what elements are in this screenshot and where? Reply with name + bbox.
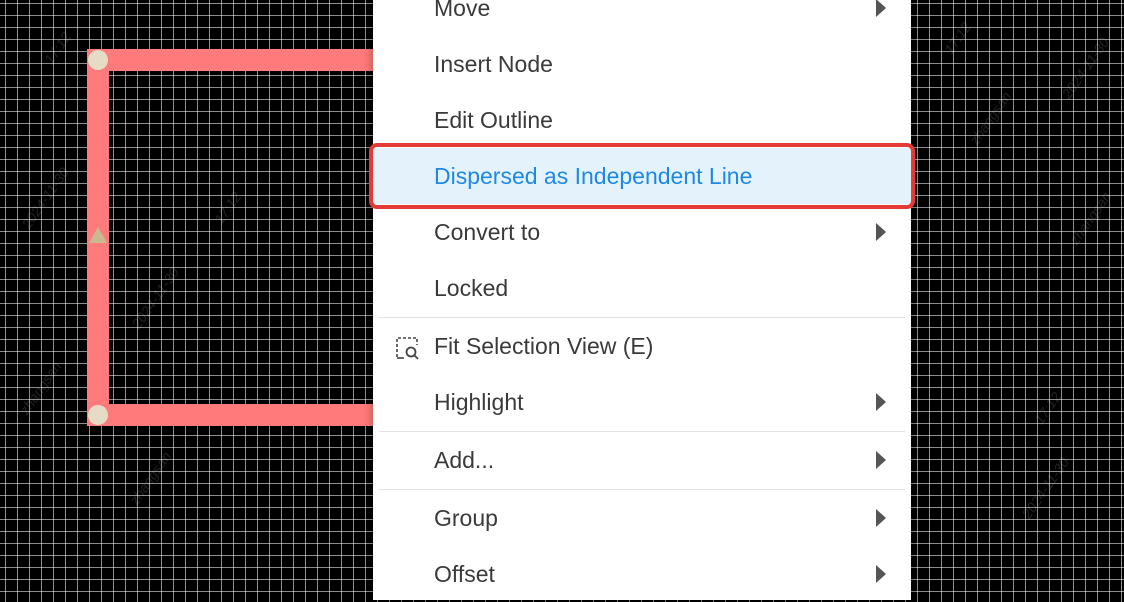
menu-item-label: Add... xyxy=(434,446,495,473)
fit-selection-icon xyxy=(396,337,419,360)
menu-item-insert-node[interactable]: Insert Node xyxy=(373,36,911,92)
chevron-right-icon xyxy=(876,393,886,411)
menu-item-fit-selection-view[interactable]: Fit Selection View (E) xyxy=(373,318,911,374)
menu-item-group[interactable]: Group xyxy=(373,490,911,546)
menu-item-label: Convert to xyxy=(434,218,541,245)
menu-item-label: Locked xyxy=(434,274,509,301)
chevron-right-icon xyxy=(876,509,886,527)
chevron-right-icon xyxy=(876,223,886,241)
menu-item-convert-to[interactable]: Convert to xyxy=(373,204,911,260)
menu-item-add[interactable]: Add... xyxy=(373,432,911,488)
menu-item-offset[interactable]: Offset xyxy=(373,546,911,602)
chevron-right-icon xyxy=(876,0,886,17)
menu-item-label: Offset xyxy=(434,560,495,587)
menu-item-dispersed-as-independent-line[interactable]: Dispersed as Independent Line xyxy=(369,143,915,209)
menu-item-label: Group xyxy=(434,504,498,531)
menu-item-label: Move xyxy=(434,0,491,21)
context-menu: Move Insert Node Edit Outline Dispersed … xyxy=(369,0,915,602)
menu-item-locked[interactable]: Locked xyxy=(373,260,911,316)
menu-item-label: Dispersed as Independent Line xyxy=(434,162,753,189)
menu-item-label: Highlight xyxy=(434,388,524,415)
shape-node[interactable] xyxy=(88,405,108,425)
menu-item-highlight[interactable]: Highlight xyxy=(373,374,911,430)
chevron-right-icon xyxy=(876,451,886,469)
menu-item-label: Fit Selection View (E) xyxy=(434,332,654,359)
shape-node[interactable] xyxy=(88,50,108,70)
menu-item-edit-outline[interactable]: Edit Outline xyxy=(373,92,911,148)
chevron-right-icon xyxy=(876,565,886,583)
menu-item-label: Edit Outline xyxy=(434,106,553,133)
menu-item-label: Insert Node xyxy=(434,50,553,77)
polyline-stroke[interactable] xyxy=(87,49,400,426)
menu-item-move[interactable]: Move xyxy=(373,0,911,36)
